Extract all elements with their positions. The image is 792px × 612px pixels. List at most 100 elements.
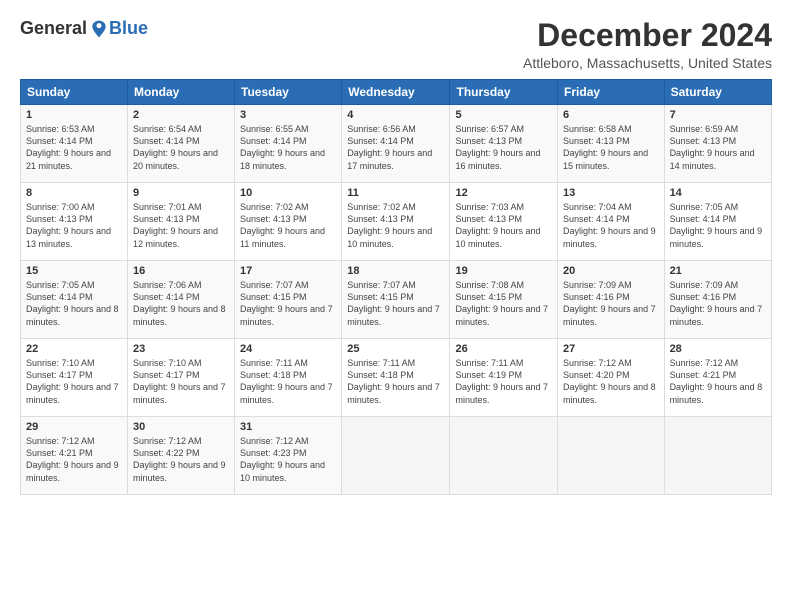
calendar-cell: 24 Sunrise: 7:11 AMSunset: 4:18 PMDayligh…	[235, 339, 342, 417]
month-title: December 2024	[523, 18, 772, 53]
day-info: Sunrise: 7:01 AMSunset: 4:13 PMDaylight:…	[133, 201, 229, 250]
day-info: Sunrise: 6:55 AMSunset: 4:14 PMDaylight:…	[240, 123, 336, 172]
col-monday: Monday	[127, 80, 234, 105]
calendar-cell: 30 Sunrise: 7:12 AMSunset: 4:22 PMDayligh…	[127, 417, 234, 495]
day-number: 25	[347, 343, 444, 355]
title-section: December 2024 Attleboro, Massachusetts, …	[523, 18, 772, 71]
day-info: Sunrise: 7:09 AMSunset: 4:16 PMDaylight:…	[563, 279, 659, 328]
calendar-cell: 25 Sunrise: 7:11 AMSunset: 4:18 PMDayligh…	[342, 339, 450, 417]
calendar-cell	[342, 417, 450, 495]
day-info: Sunrise: 6:59 AMSunset: 4:13 PMDaylight:…	[670, 123, 766, 172]
day-info: Sunrise: 7:11 AMSunset: 4:18 PMDaylight:…	[347, 357, 444, 406]
day-info: Sunrise: 7:04 AMSunset: 4:14 PMDaylight:…	[563, 201, 659, 250]
calendar-cell: 23 Sunrise: 7:10 AMSunset: 4:17 PMDayligh…	[127, 339, 234, 417]
day-number: 23	[133, 343, 229, 355]
calendar-cell: 15 Sunrise: 7:05 AMSunset: 4:14 PMDayligh…	[21, 261, 128, 339]
week-row-2: 8 Sunrise: 7:00 AMSunset: 4:13 PMDaylight…	[21, 183, 772, 261]
day-number: 9	[133, 187, 229, 199]
calendar-cell: 12 Sunrise: 7:03 AMSunset: 4:13 PMDayligh…	[450, 183, 558, 261]
day-number: 3	[240, 109, 336, 121]
day-number: 22	[26, 343, 122, 355]
calendar-header-row: Sunday Monday Tuesday Wednesday Thursday…	[21, 80, 772, 105]
calendar-cell: 29Sunrise: 7:12 AMSunset: 4:21 PMDayligh…	[21, 417, 128, 495]
calendar-table: Sunday Monday Tuesday Wednesday Thursday…	[20, 79, 772, 495]
calendar-cell: 17 Sunrise: 7:07 AMSunset: 4:15 PMDayligh…	[235, 261, 342, 339]
day-info: Sunrise: 7:07 AMSunset: 4:15 PMDaylight:…	[240, 279, 336, 328]
calendar-cell: 31Sunrise: 7:12 AMSunset: 4:23 PMDayligh…	[235, 417, 342, 495]
week-row-5: 29Sunrise: 7:12 AMSunset: 4:21 PMDayligh…	[21, 417, 772, 495]
day-info: Sunrise: 6:54 AMSunset: 4:14 PMDaylight:…	[133, 123, 229, 172]
day-number: 30	[133, 421, 229, 433]
day-number: 12	[455, 187, 552, 199]
logo: General Blue	[20, 18, 148, 39]
week-row-4: 22 Sunrise: 7:10 AMSunset: 4:17 PMDayligh…	[21, 339, 772, 417]
calendar-cell	[664, 417, 771, 495]
col-tuesday: Tuesday	[235, 80, 342, 105]
day-info: Sunrise: 7:12 AMSunset: 4:21 PMDaylight:…	[670, 357, 766, 406]
calendar-cell: 20Sunrise: 7:09 AMSunset: 4:16 PMDayligh…	[558, 261, 665, 339]
day-info: Sunrise: 7:06 AMSunset: 4:14 PMDaylight:…	[133, 279, 229, 328]
calendar-cell: 13 Sunrise: 7:04 AMSunset: 4:14 PMDayligh…	[558, 183, 665, 261]
day-info: Sunrise: 7:11 AMSunset: 4:19 PMDaylight:…	[455, 357, 552, 406]
day-info: Sunrise: 7:12 AMSunset: 4:20 PMDaylight:…	[563, 357, 659, 406]
col-wednesday: Wednesday	[342, 80, 450, 105]
calendar-cell: 11Sunrise: 7:02 AMSunset: 4:13 PMDayligh…	[342, 183, 450, 261]
day-number: 2	[133, 109, 229, 121]
calendar-cell: 10Sunrise: 7:02 AMSunset: 4:13 PMDayligh…	[235, 183, 342, 261]
calendar-cell: 19Sunrise: 7:08 AMSunset: 4:15 PMDayligh…	[450, 261, 558, 339]
calendar-cell: 2 Sunrise: 6:54 AMSunset: 4:14 PMDaylight…	[127, 105, 234, 183]
week-row-3: 15 Sunrise: 7:05 AMSunset: 4:14 PMDayligh…	[21, 261, 772, 339]
day-info: Sunrise: 6:57 AMSunset: 4:13 PMDaylight:…	[455, 123, 552, 172]
day-info: Sunrise: 7:11 AMSunset: 4:18 PMDaylight:…	[240, 357, 336, 406]
day-info: Sunrise: 7:09 AMSunset: 4:16 PMDaylight:…	[670, 279, 766, 328]
day-info: Sunrise: 7:00 AMSunset: 4:13 PMDaylight:…	[26, 201, 122, 250]
calendar-cell: 26 Sunrise: 7:11 AMSunset: 4:19 PMDayligh…	[450, 339, 558, 417]
day-info: Sunrise: 6:53 AMSunset: 4:14 PMDaylight:…	[26, 123, 122, 172]
day-info: Sunrise: 7:05 AMSunset: 4:14 PMDaylight:…	[670, 201, 766, 250]
day-number: 24	[240, 343, 336, 355]
day-number: 29	[26, 421, 122, 433]
calendar-cell: 28Sunrise: 7:12 AMSunset: 4:21 PMDayligh…	[664, 339, 771, 417]
calendar-cell: 14 Sunrise: 7:05 AMSunset: 4:14 PMDayligh…	[664, 183, 771, 261]
day-info: Sunrise: 7:10 AMSunset: 4:17 PMDaylight:…	[26, 357, 122, 406]
day-number: 8	[26, 187, 122, 199]
day-info: Sunrise: 7:03 AMSunset: 4:13 PMDaylight:…	[455, 201, 552, 250]
day-number: 27	[563, 343, 659, 355]
logo-general-text: General	[20, 18, 87, 39]
day-number: 31	[240, 421, 336, 433]
calendar-cell: 9 Sunrise: 7:01 AMSunset: 4:13 PMDaylight…	[127, 183, 234, 261]
day-info: Sunrise: 6:56 AMSunset: 4:14 PMDaylight:…	[347, 123, 444, 172]
day-number: 26	[455, 343, 552, 355]
day-info: Sunrise: 6:58 AMSunset: 4:13 PMDaylight:…	[563, 123, 659, 172]
calendar-cell: 6 Sunrise: 6:58 AMSunset: 4:13 PMDaylight…	[558, 105, 665, 183]
calendar-cell: 22 Sunrise: 7:10 AMSunset: 4:17 PMDayligh…	[21, 339, 128, 417]
col-thursday: Thursday	[450, 80, 558, 105]
calendar-cell: 7 Sunrise: 6:59 AMSunset: 4:13 PMDaylight…	[664, 105, 771, 183]
day-info: Sunrise: 7:10 AMSunset: 4:17 PMDaylight:…	[133, 357, 229, 406]
col-sunday: Sunday	[21, 80, 128, 105]
day-info: Sunrise: 7:12 AMSunset: 4:22 PMDaylight:…	[133, 435, 229, 484]
week-row-1: 1 Sunrise: 6:53 AMSunset: 4:14 PMDaylight…	[21, 105, 772, 183]
day-number: 10	[240, 187, 336, 199]
day-info: Sunrise: 7:08 AMSunset: 4:15 PMDaylight:…	[455, 279, 552, 328]
calendar-cell: 21Sunrise: 7:09 AMSunset: 4:16 PMDayligh…	[664, 261, 771, 339]
calendar-cell: 5Sunrise: 6:57 AMSunset: 4:13 PMDaylight…	[450, 105, 558, 183]
calendar-cell: 18Sunrise: 7:07 AMSunset: 4:15 PMDayligh…	[342, 261, 450, 339]
day-number: 6	[563, 109, 659, 121]
day-number: 17	[240, 265, 336, 277]
day-number: 13	[563, 187, 659, 199]
day-info: Sunrise: 7:02 AMSunset: 4:13 PMDaylight:…	[347, 201, 444, 250]
calendar-cell: 4Sunrise: 6:56 AMSunset: 4:14 PMDaylight…	[342, 105, 450, 183]
day-number: 14	[670, 187, 766, 199]
header: General Blue December 2024 Attleboro, Ma…	[20, 18, 772, 71]
day-number: 1	[26, 109, 122, 121]
calendar-cell	[558, 417, 665, 495]
day-number: 7	[670, 109, 766, 121]
day-number: 15	[26, 265, 122, 277]
location: Attleboro, Massachusetts, United States	[523, 55, 772, 71]
calendar-cell: 1 Sunrise: 6:53 AMSunset: 4:14 PMDaylight…	[21, 105, 128, 183]
logo-icon	[89, 19, 109, 39]
calendar-cell: 8 Sunrise: 7:00 AMSunset: 4:13 PMDaylight…	[21, 183, 128, 261]
col-friday: Friday	[558, 80, 665, 105]
day-info: Sunrise: 7:05 AMSunset: 4:14 PMDaylight:…	[26, 279, 122, 328]
